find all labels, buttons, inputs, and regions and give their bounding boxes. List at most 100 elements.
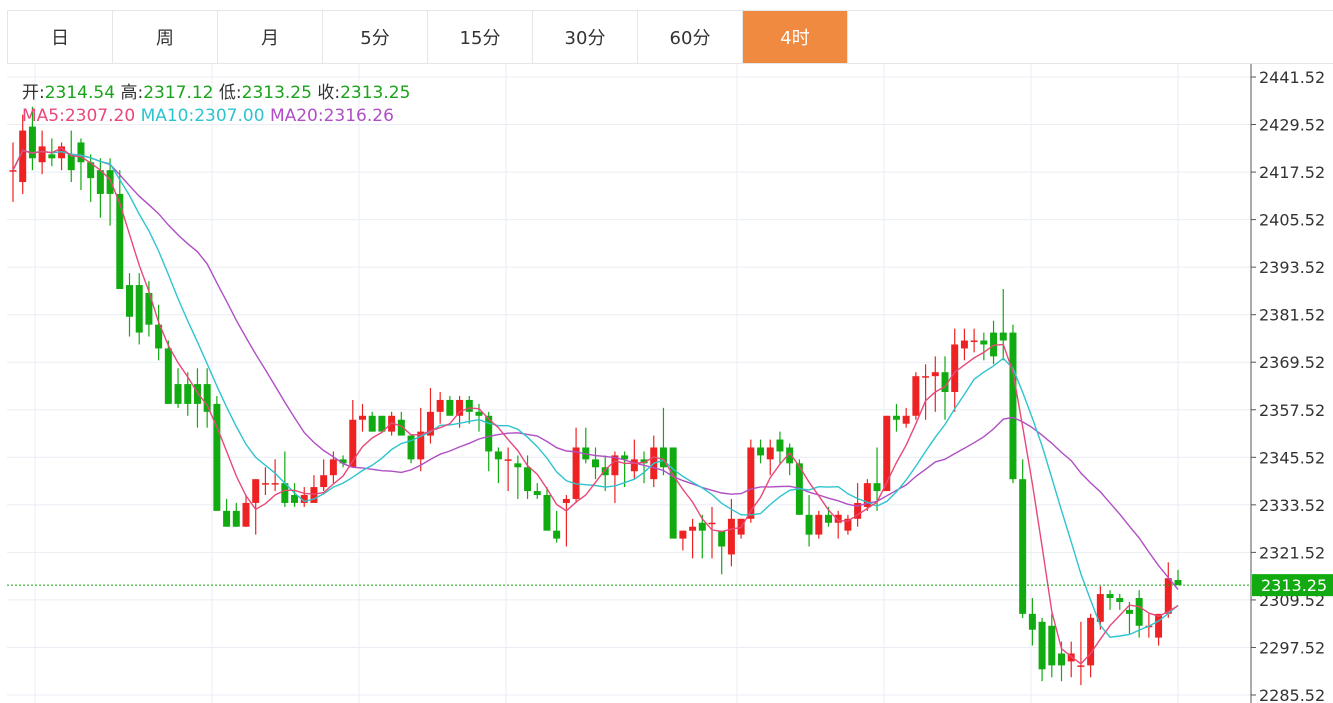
- ma10-label: MA10:: [140, 106, 195, 126]
- candle-body: [252, 479, 260, 503]
- open-value: 2314.54: [44, 83, 116, 103]
- candle-body: [465, 399, 473, 412]
- candle-body: [271, 483, 279, 485]
- candle-body: [1048, 625, 1056, 666]
- candle-body: [1077, 665, 1085, 667]
- y-tick-label: 2381.52: [1259, 306, 1325, 325]
- tab-day[interactable]: 日: [8, 11, 113, 63]
- candle-body: [494, 451, 502, 460]
- candle-body: [456, 399, 464, 416]
- candle-body: [524, 467, 532, 492]
- candle-body: [1135, 598, 1143, 626]
- candle-body: [310, 487, 318, 503]
- ma20-value: 2316.26: [323, 106, 394, 126]
- candle-body: [9, 170, 17, 172]
- tab-60min[interactable]: 60分: [638, 11, 743, 63]
- y-tick-label: 2429.52: [1259, 116, 1325, 135]
- candle-body: [291, 495, 299, 503]
- candle-body: [77, 142, 85, 163]
- candle-body: [242, 502, 250, 527]
- y-tick-label: 2369.52: [1259, 353, 1325, 372]
- candle-body: [1038, 621, 1046, 670]
- ma20-line: [12, 149, 1179, 591]
- candle-body: [475, 411, 483, 416]
- candle-body: [116, 193, 124, 290]
- candle-body: [1087, 617, 1095, 666]
- candle-body: [1019, 479, 1027, 614]
- candle-body: [38, 146, 46, 163]
- candle-body: [999, 332, 1007, 341]
- y-tick-label: 2417.52: [1259, 163, 1325, 182]
- candle-body: [873, 483, 881, 492]
- candle-body: [261, 483, 269, 485]
- candle-body: [815, 514, 823, 535]
- candle-body: [718, 530, 726, 547]
- high-value: 2317.12: [143, 83, 214, 103]
- y-tick-label: 2357.52: [1259, 401, 1325, 420]
- candle-body: [766, 447, 774, 460]
- tab-5min[interactable]: 5分: [323, 11, 428, 63]
- candle-body: [203, 384, 211, 412]
- candle-body: [504, 459, 512, 461]
- y-tick-label: 2405.52: [1259, 211, 1325, 230]
- candle-body: [931, 372, 939, 377]
- candle-body: [553, 530, 561, 539]
- y-tick-label: 2441.52: [1259, 68, 1325, 87]
- candle-body: [960, 340, 968, 349]
- candle-body: [630, 459, 638, 472]
- candle-body: [1125, 609, 1133, 614]
- candle-body: [1106, 594, 1114, 599]
- candle-body: [446, 399, 454, 416]
- candle-body: [1058, 653, 1065, 666]
- candle-body: [1116, 598, 1124, 602]
- candle-body: [776, 439, 784, 452]
- y-tick-label: 2345.52: [1259, 448, 1325, 467]
- candle-body: [892, 415, 900, 420]
- candle-body: [757, 447, 765, 456]
- candle-body: [184, 384, 192, 404]
- candle-body: [368, 415, 376, 432]
- y-tick-label: 2393.52: [1259, 258, 1325, 277]
- candle-body: [679, 530, 687, 539]
- candle-body: [135, 285, 143, 333]
- candle-body: [126, 285, 133, 317]
- candle-body: [970, 340, 978, 343]
- ma20-label: MA20:: [269, 106, 324, 126]
- candle-body: [193, 384, 201, 404]
- tab-15min[interactable]: 15分: [428, 11, 533, 63]
- tab-30min[interactable]: 30分: [533, 11, 638, 63]
- low-label: 低:: [218, 83, 242, 103]
- close-value: 2313.25: [340, 83, 411, 103]
- candle-body: [436, 399, 444, 412]
- candle-body: [883, 415, 891, 492]
- candle-body: [601, 467, 609, 476]
- candle-body: [223, 510, 231, 527]
- ma-readout: MA5:2307.20 MA10:2307.00 MA20:2316.26: [22, 106, 394, 126]
- low-value: 2313.25: [241, 83, 312, 103]
- tab-4hour[interactable]: 4时: [743, 11, 848, 63]
- candle-body: [708, 522, 716, 525]
- candle-body: [951, 344, 959, 393]
- current-price-label: 2313.25: [1261, 576, 1327, 595]
- candle-body: [980, 340, 988, 345]
- candle-body: [1174, 580, 1182, 586]
- tab-month[interactable]: 月: [218, 11, 323, 63]
- candle-body: [902, 415, 910, 424]
- candle-body: [922, 376, 930, 378]
- ma5-label: MA5:: [22, 106, 65, 126]
- high-label: 高:: [120, 83, 144, 103]
- period-tabs: 日 周 月 5分 15分 30分 60分 4时: [7, 10, 1333, 64]
- tab-week[interactable]: 周: [113, 11, 218, 63]
- candle-body: [174, 384, 182, 404]
- candle-body: [329, 459, 337, 476]
- candle-body: [912, 376, 920, 416]
- close-label: 收:: [317, 83, 341, 103]
- candle-body: [669, 447, 677, 539]
- candle-body: [825, 514, 832, 523]
- open-label: 开:: [22, 83, 45, 103]
- ohlc-readout: 开:2314.54 高:2317.12 低:2313.25 收:2313.25: [22, 78, 410, 103]
- candle-body: [592, 459, 599, 468]
- ma5-value: 2307.20: [64, 106, 136, 126]
- candle-body: [689, 526, 697, 531]
- candle-body: [1028, 613, 1036, 630]
